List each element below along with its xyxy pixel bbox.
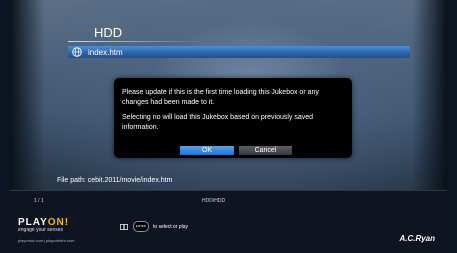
ok-button[interactable]: OK: [180, 146, 234, 155]
file-list-item[interactable]: index.htm: [68, 46, 410, 58]
footer-bar: 1 / 1 HDD/HDD PLAYON! engage your senses…: [10, 190, 447, 253]
jukebox-screen: HDD index.htm Please update if this is t…: [10, 0, 447, 253]
file-name: index.htm: [88, 47, 123, 57]
cancel-button[interactable]: Cancel: [239, 146, 292, 155]
file-path: File path: cebit.2011/movie/index.htm: [57, 177, 173, 184]
hint-text: to select or play: [153, 223, 189, 230]
globe-icon: [72, 47, 82, 57]
item-counter: 1 / 1: [34, 198, 44, 204]
update-dialog: Please update if this is the first time …: [114, 78, 352, 158]
dialog-message-no: Selecting no will load this Jukebox base…: [122, 114, 314, 131]
select-hint: ENTER to select or play: [120, 221, 188, 232]
title-divider: [68, 41, 198, 42]
page-title: HDD: [94, 25, 123, 40]
website-urls: playonhd.com | playonhdnr.com: [18, 238, 75, 243]
dialog-message-update: Please update if this is the first time …: [122, 89, 319, 106]
enter-key-icon: ENTER: [133, 221, 149, 232]
source-label: HDD/HDD: [202, 198, 226, 204]
book-icon: [120, 223, 128, 230]
footer-divider: [10, 190, 447, 191]
playon-logo: PLAYON! engage your senses playonhd.com …: [18, 217, 74, 243]
brand-logo: A.C.Ryan: [399, 234, 435, 243]
